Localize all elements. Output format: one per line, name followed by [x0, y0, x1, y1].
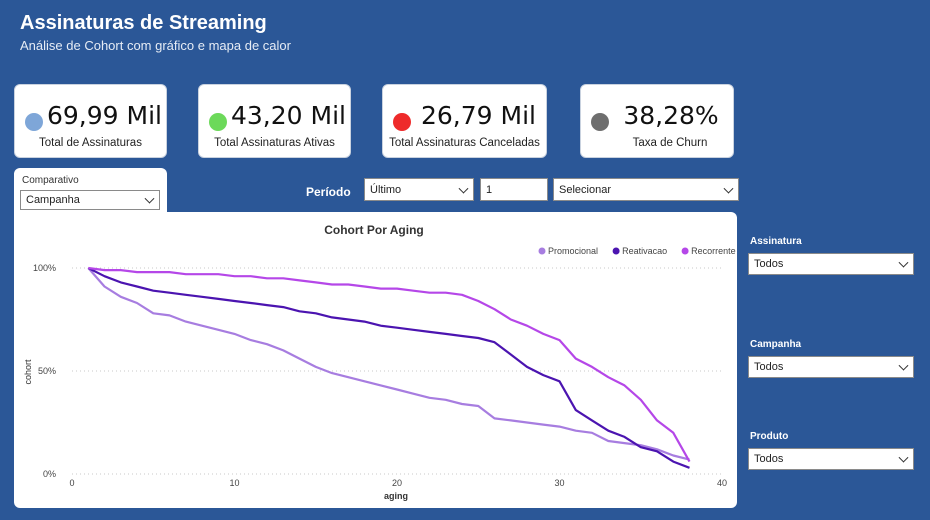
kpi-dot-icon [25, 113, 43, 131]
kpi-label: Taxa de Churn [632, 137, 708, 149]
comparativo-dropdown[interactable]: Campanha [20, 190, 160, 210]
y-tick-label: 0% [43, 469, 56, 479]
y-axis-label: cohort [23, 359, 33, 385]
filter-value: Todos [754, 453, 784, 465]
kpi-label: Total de Assinaturas [39, 137, 142, 149]
legend-marker [538, 247, 546, 255]
comparativo-label: Comparativo [22, 175, 79, 186]
kpi-card-churn: 38,28% Taxa de Churn [580, 84, 734, 158]
x-tick-label: 30 [554, 478, 564, 488]
legend-marker [681, 247, 689, 255]
kpi-value: 38,28% [623, 101, 719, 130]
chevron-down-icon [723, 183, 734, 194]
kpi-card-ativas: 43,20 Mil Total Assinaturas Ativas [198, 84, 351, 158]
chevron-down-icon [144, 193, 155, 204]
series-line-recorrente [88, 266, 691, 463]
comparativo-slicer: Comparativo Campanha [14, 168, 167, 216]
comparativo-value: Campanha [26, 194, 80, 206]
periodo-mode-dropdown[interactable]: Último [364, 178, 474, 201]
x-tick-label: 20 [392, 478, 402, 488]
periodo-mode-value: Último [370, 183, 402, 196]
legend-label: Recorrente [691, 246, 736, 256]
periodo-label: Período [306, 185, 351, 199]
kpi-value: 26,79 Mil [421, 101, 536, 130]
legend-label: Promocional [548, 246, 598, 256]
series-line-promocional [87, 267, 690, 461]
chevron-down-icon [898, 360, 909, 371]
kpi-dot-icon [591, 113, 609, 131]
header-subtitle: Análise de Cohort com gráfico e mapa de … [20, 38, 291, 53]
cohort-chart-panel: Cohort Por Aging cohort aging 0% 50% 100% 0… [14, 212, 737, 508]
kpi-dot-icon [393, 113, 411, 131]
kpi-value: 69,99 Mil [47, 101, 162, 130]
filter-label-produto: Produto [750, 431, 789, 442]
legend-label: Reativacao [622, 246, 667, 256]
periodo-count-value: 1 [486, 183, 493, 196]
kpi-card-total: 69,99 Mil Total de Assinaturas [14, 84, 167, 158]
chart-title: Cohort Por Aging [324, 223, 424, 237]
kpi-value: 43,20 Mil [231, 101, 346, 130]
cohort-line-chart: Cohort Por Aging cohort aging 0% 50% 100% 0… [23, 223, 736, 501]
filter-label-campanha: Campanha [750, 339, 802, 350]
chevron-down-icon [898, 452, 909, 463]
kpi-label: Total Assinaturas Ativas [214, 137, 335, 149]
header-title: Assinaturas de Streaming [20, 12, 267, 34]
periodo-unit-value: Selecionar [559, 183, 611, 196]
filter-label-assinatura: Assinatura [750, 236, 802, 247]
y-tick-label: 100% [33, 263, 56, 273]
filter-dropdown-assinatura[interactable]: Todos [748, 253, 914, 275]
filter-dropdown-produto[interactable]: Todos [748, 448, 914, 470]
kpi-card-canceladas: 26,79 Mil Total Assinaturas Canceladas [382, 84, 547, 158]
x-tick-label: 40 [717, 478, 727, 488]
kpi-label: Total Assinaturas Canceladas [389, 137, 540, 149]
legend-marker [612, 247, 620, 255]
x-tick-label: 0 [69, 478, 74, 488]
filter-value: Todos [754, 361, 784, 373]
kpi-dot-icon [209, 113, 227, 131]
periodo-count-input[interactable]: 1 [480, 178, 548, 201]
periodo-unit-dropdown[interactable]: Selecionar [553, 178, 739, 201]
chevron-down-icon [458, 183, 469, 194]
chevron-down-icon [898, 257, 909, 268]
filter-dropdown-campanha[interactable]: Todos [748, 356, 914, 378]
filter-value: Todos [754, 258, 784, 270]
x-tick-label: 10 [229, 478, 239, 488]
series-line-reativacao [87, 267, 690, 469]
y-tick-label: 50% [38, 366, 56, 376]
x-axis-label: aging [384, 491, 408, 501]
